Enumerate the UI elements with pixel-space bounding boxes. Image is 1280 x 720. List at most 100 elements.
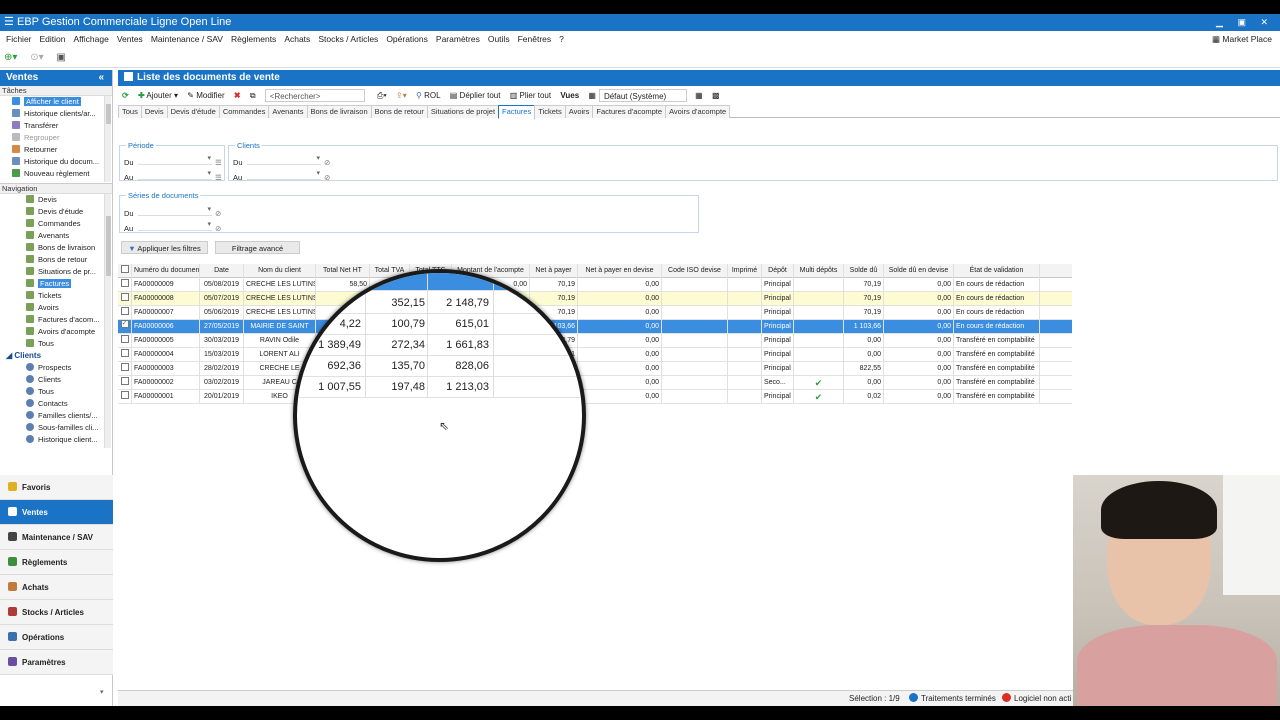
menu-item[interactable]: Outils	[488, 34, 510, 44]
rol-button[interactable]: ⚲ ROL	[416, 86, 441, 105]
search-input[interactable]: <Rechercher>	[264, 89, 365, 103]
module-button[interactable]: Favoris	[0, 475, 113, 500]
row-checkbox[interactable]	[118, 320, 132, 334]
nav-item[interactable]: Avoirs d'acompte	[0, 326, 112, 338]
menu-item[interactable]: Opérations	[386, 34, 428, 44]
nav-item[interactable]: Bons de retour	[0, 254, 112, 266]
document-tab[interactable]: Bons de retour	[370, 105, 428, 118]
back-icon[interactable]: ⊕▾	[4, 52, 17, 63]
collapse-icon[interactable]: «	[98, 70, 104, 86]
module-button[interactable]: Ventes	[0, 500, 113, 525]
column-header[interactable]: État de validation	[954, 264, 1040, 278]
module-button[interactable]: Achats	[0, 575, 113, 600]
clear-icon[interactable]: ⊘	[324, 173, 330, 182]
screen-icon[interactable]: ▣	[56, 52, 65, 63]
nav-item[interactable]: Tous	[0, 338, 112, 350]
nav-item[interactable]: Bons de livraison	[0, 242, 112, 254]
module-button[interactable]: Paramètres	[0, 650, 113, 675]
menu-item[interactable]: ?	[559, 34, 564, 44]
task-item[interactable]: Historique du docum...	[0, 156, 112, 168]
nav-item[interactable]: Devis d'étude	[0, 206, 112, 218]
task-item[interactable]: Retourner	[0, 144, 112, 156]
column-header[interactable]: Imprimé	[728, 264, 762, 278]
row-checkbox[interactable]	[118, 390, 132, 404]
nav-item[interactable]: Prospects	[0, 362, 112, 374]
table-row[interactable]: FA0000000415/03/2019LORENT ALI615,010,00…	[118, 348, 1072, 362]
column-header[interactable]: Code ISO devise	[662, 264, 728, 278]
menu-item[interactable]: Ventes	[117, 34, 143, 44]
table-row[interactable]: FA0000000120/01/2019IKEO1 213,030,00Prin…	[118, 390, 1072, 404]
nav-group-clients[interactable]: ◢ Clients	[0, 350, 112, 362]
menu-item[interactable]: Maintenance / SAV	[151, 34, 223, 44]
nav-item[interactable]: Avenants	[0, 230, 112, 242]
row-checkbox[interactable]	[118, 306, 132, 320]
clear-icon[interactable]: ⊘	[215, 224, 221, 233]
forward-icon[interactable]: ⊙▾	[30, 52, 43, 63]
calendar-icon[interactable]: ☰	[215, 173, 222, 182]
clients-to-input[interactable]	[247, 168, 321, 180]
export-icon[interactable]: ⇪▾	[396, 86, 407, 105]
menu-item[interactable]: Edition	[40, 34, 66, 44]
nav-item[interactable]: Avoirs	[0, 302, 112, 314]
column-header[interactable]: Solde dû en devise	[884, 264, 954, 278]
nav-item[interactable]: Factures d'acom...	[0, 314, 112, 326]
nav-item[interactable]: Devis	[0, 194, 112, 206]
nav-item[interactable]: Commandes	[0, 218, 112, 230]
column-header[interactable]: Numéro du document ▾	[132, 264, 200, 278]
row-checkbox[interactable]	[118, 278, 132, 292]
license-status[interactable]: Logiciel non acti	[1002, 691, 1071, 706]
nav-item[interactable]: Contacts	[0, 398, 112, 410]
panel-options-icon[interactable]: ▾	[100, 688, 104, 696]
app-menu-icon[interactable]: ☰	[4, 14, 14, 31]
table-row[interactable]: FA00000008 05/07/2019 CRECHE LES LUTINS 70,…	[118, 292, 1072, 306]
document-tab[interactable]: Tickets	[534, 105, 566, 118]
row-checkbox[interactable]	[118, 334, 132, 348]
add-button[interactable]: ✚ Ajouter ▾	[138, 86, 178, 105]
copy-icon[interactable]: ⧉	[250, 86, 256, 105]
table-row[interactable]: FA0000000627/05/2019MAIRIE DE SAINT1 103…	[118, 320, 1072, 334]
calendar-icon[interactable]: ☰	[215, 158, 222, 167]
task-item[interactable]: Nouveau règlement	[0, 168, 112, 180]
document-tab[interactable]: Avoirs	[564, 105, 594, 118]
column-header[interactable]: Solde dû	[844, 264, 884, 278]
document-tab[interactable]: Factures d'acompte	[592, 105, 667, 118]
table-row[interactable]: FA00000007 05/06/2019 CRECHE LES LUTINS 70,…	[118, 306, 1072, 320]
document-tab[interactable]: Devis d'étude	[166, 105, 220, 118]
column-header[interactable]: Dépôt	[762, 264, 794, 278]
advanced-filter-button[interactable]: Filtrage avancé	[215, 241, 300, 254]
view-settings-icon[interactable]: ▦	[695, 86, 703, 105]
menu-item[interactable]: Affichage	[74, 34, 109, 44]
row-checkbox[interactable]	[118, 362, 132, 376]
nav-item[interactable]: Situations de pr...	[0, 266, 112, 278]
table-row[interactable]: FA0000000203/02/2019JAREAU C828,060,00Se…	[118, 376, 1072, 390]
expand-all-button[interactable]: ▤ Déplier tout	[450, 86, 501, 105]
document-tab[interactable]: Tous	[118, 105, 142, 118]
series-from-input[interactable]	[138, 204, 212, 216]
document-tab[interactable]: Situations de projet	[426, 105, 500, 118]
market-place-link[interactable]: ▦ Market Place	[1212, 31, 1272, 48]
nav-item[interactable]: Tous	[0, 386, 112, 398]
menu-item[interactable]: Fenêtres	[518, 34, 552, 44]
module-button[interactable]: Opérations	[0, 625, 113, 650]
nav-item[interactable]: Sous-familles cli...	[0, 422, 112, 434]
document-tab[interactable]: Devis	[140, 105, 168, 118]
nav-item[interactable]: Historique client...	[0, 434, 112, 446]
menu-item[interactable]: Règlements	[231, 34, 276, 44]
menu-item[interactable]: Achats	[284, 34, 310, 44]
period-from-input[interactable]	[138, 153, 212, 165]
select-all-checkbox[interactable]	[118, 264, 132, 278]
clients-from-input[interactable]	[247, 153, 321, 165]
row-checkbox[interactable]	[118, 376, 132, 390]
table-row[interactable]: FA0000000530/03/2019RAVIN Odile2 148,790…	[118, 334, 1072, 348]
column-header[interactable]: Multi dépôts	[794, 264, 844, 278]
menu-item[interactable]: Paramètres	[436, 34, 480, 44]
module-button[interactable]: Maintenance / SAV	[0, 525, 113, 550]
edit-button[interactable]: ✎ Modifier	[187, 86, 224, 105]
nav-item[interactable]: Factures	[0, 278, 112, 290]
nav-item[interactable]: Familles clients/...	[0, 410, 112, 422]
table-row[interactable]: FA0000000905/08/2019CRECHE LES LUTINS58,…	[118, 278, 1072, 292]
task-item[interactable]: Transférer	[0, 120, 112, 132]
view-select[interactable]: Défaut (Système)	[598, 89, 687, 103]
column-header[interactable]: Net à payer en devise	[578, 264, 662, 278]
task-item[interactable]: Afficher le client	[0, 96, 112, 108]
